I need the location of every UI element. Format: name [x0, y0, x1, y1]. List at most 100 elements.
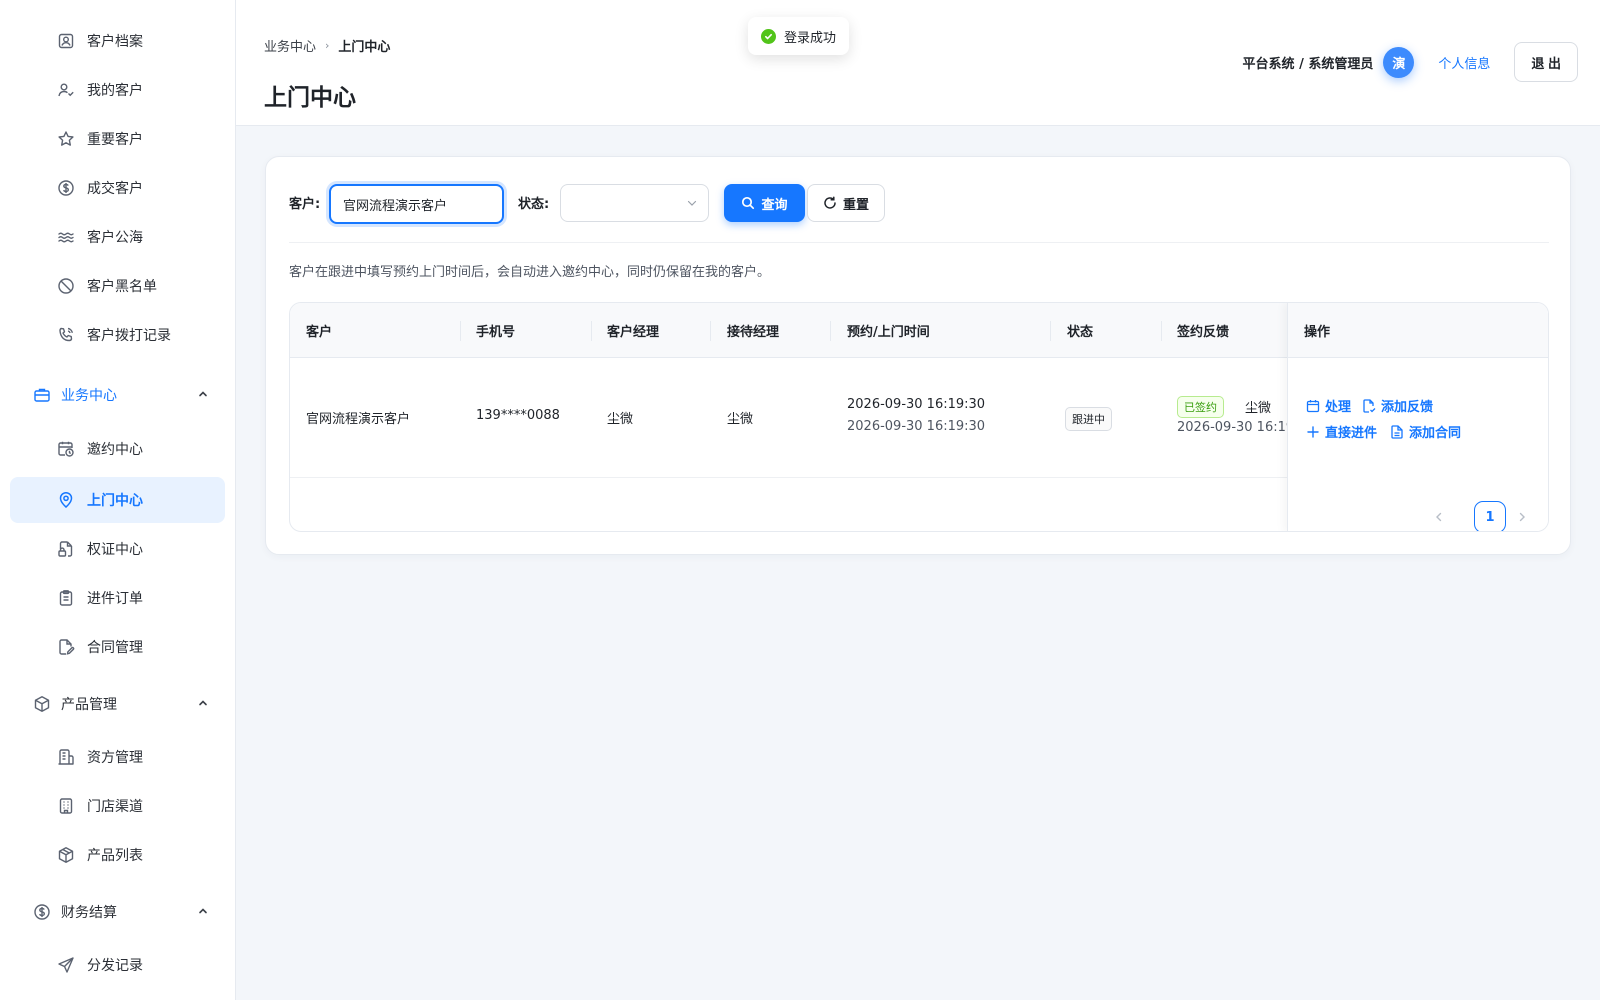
user-card-icon — [57, 32, 75, 50]
sidebar-item-warrant-center[interactable]: 权证中心 — [10, 526, 225, 572]
user-area: 平台系统 / 系统管理员 演 个人信息 退 出 — [1243, 42, 1578, 82]
main-card: 客户: 状态: 查询 重置 客户在跟进中填写预约上门时间后，会自动进入邀约中心，… — [265, 156, 1571, 555]
column-header: 客户 — [306, 325, 333, 340]
user-role-label: 平台系统 / 系统管理员 — [1242, 56, 1374, 72]
top-header: 业务中心 › 上门中心 上门中心 平台系统 / 系统管理员 演 个人信息 退 出 — [236, 0, 1600, 126]
sidebar-item-distribution-records[interactable]: 分发记录 — [10, 942, 225, 988]
phone-icon — [57, 326, 75, 344]
sidebar-item-store-channels[interactable]: 门店渠道 — [10, 783, 225, 829]
process-link[interactable]: 处理 — [1306, 396, 1351, 415]
sidebar-item-label: 上门中心 — [87, 493, 143, 509]
column-divider — [1050, 321, 1051, 341]
building-icon — [57, 748, 75, 766]
breadcrumb: 业务中心 › 上门中心 — [264, 36, 390, 55]
sidebar-item-customer-archive[interactable]: 客户档案 — [10, 18, 225, 64]
direct-submit-link[interactable]: 直接进件 — [1306, 422, 1377, 441]
breadcrumb-item[interactable]: 业务中心 — [264, 36, 316, 55]
sidebar-item-label: 客户拨打记录 — [87, 328, 171, 344]
reset-button[interactable]: 重置 — [807, 184, 885, 222]
chevron-up-icon[interactable] — [196, 696, 210, 710]
document-check-icon — [1363, 398, 1376, 413]
sidebar-item-important-customers[interactable]: 重要客户 — [10, 116, 225, 162]
sidebar-item-my-customers[interactable]: 我的客户 — [10, 67, 225, 113]
column-divider — [830, 321, 831, 341]
logout-button[interactable]: 退 出 — [1514, 42, 1578, 82]
sidebar-item-label: 成交客户 — [87, 181, 143, 197]
calendar-clock-icon — [57, 440, 75, 458]
direct-submit-link-label: 直接进件 — [1325, 426, 1378, 441]
cell-phone: 139****0088 — [476, 408, 560, 423]
add-feedback-link[interactable]: 添加反馈 — [1362, 396, 1433, 415]
hint-text: 客户在跟进中填写预约上门时间后，会自动进入邀约中心，同时仍保留在我的客户。 — [289, 265, 771, 280]
sidebar-item-call-records[interactable]: 客户拨打记录 — [10, 312, 225, 358]
user-check-icon — [57, 81, 75, 99]
package-icon — [57, 846, 75, 864]
sidebar-item-label: 重要客户 — [87, 132, 143, 148]
chevron-right-icon[interactable] — [1515, 510, 1529, 524]
sidebar-item-label: 门店渠道 — [87, 799, 143, 815]
sidebar-item-contract-management[interactable]: 合同管理 — [10, 624, 225, 670]
sidebar-item-blacklist[interactable]: 客户黑名单 — [10, 263, 225, 309]
chevron-left-icon[interactable] — [1432, 510, 1446, 524]
sidebar-item-product-list[interactable]: 产品列表 — [10, 832, 225, 878]
status-select[interactable] — [560, 184, 709, 222]
cell-customer: 官网流程演示客户 — [306, 412, 411, 427]
sidebar-item-deal-customers[interactable]: 成交客户 — [10, 165, 225, 211]
page-title: 上门中心 — [264, 85, 356, 111]
search-icon — [742, 196, 755, 210]
column-header: 客户经理 — [607, 325, 660, 340]
profile-link[interactable]: 个人信息 — [1438, 53, 1490, 72]
calendar-icon — [1306, 399, 1320, 412]
status-filter-label: 状态: — [518, 197, 550, 212]
sidebar-item-label: 客户公海 — [87, 230, 143, 246]
cell-manager: 尘微 — [607, 412, 634, 427]
avatar[interactable]: 演 — [1383, 46, 1415, 78]
sidebar-item-public-pool[interactable]: 客户公海 — [10, 214, 225, 260]
breadcrumb-current: 上门中心 — [338, 40, 391, 55]
store-icon — [57, 797, 75, 815]
refresh-icon — [824, 196, 836, 209]
cell-receiver: 尘微 — [727, 412, 754, 427]
customer-filter-label: 客户: — [289, 197, 321, 212]
dollar-circle-icon — [33, 903, 51, 921]
column-header: 接待经理 — [727, 325, 780, 340]
sidebar-item-label: 客户黑名单 — [87, 279, 157, 295]
sidebar-item-visit-center[interactable]: 上门中心 — [10, 477, 225, 523]
sidebar-group-finance-settlement[interactable]: 财务结算 — [10, 889, 225, 935]
query-button-label: 查询 — [761, 197, 788, 213]
process-link-label: 处理 — [1325, 400, 1352, 415]
sidebar: 客户档案 我的客户 重要客户 成交客户 客户公海 客户黑名单 客户拨打记录 业务… — [0, 0, 236, 1000]
toast-message: 登录成功 — [784, 30, 837, 46]
cell-sign-person: 尘微 — [1245, 401, 1272, 416]
actions-column: 操作 处理 添加反馈 直接进件 添加合同 — [1287, 303, 1548, 531]
filter-row: 客户: 状态: 查询 重置 — [289, 184, 1549, 224]
add-feedback-link-label: 添加反馈 — [1381, 400, 1434, 415]
sidebar-item-label: 产品列表 — [87, 848, 143, 864]
sidebar-group-business-center[interactable]: 业务中心 — [10, 372, 225, 418]
document-lock-icon — [57, 540, 75, 558]
column-header: 签约反馈 — [1177, 325, 1230, 340]
chevron-up-icon[interactable] — [196, 387, 210, 401]
column-divider — [710, 321, 711, 341]
star-icon — [57, 130, 75, 148]
chevron-up-icon[interactable] — [196, 904, 210, 918]
sidebar-item-capital-management[interactable]: 资方管理 — [10, 734, 225, 780]
plus-icon — [1307, 425, 1319, 438]
column-divider — [1161, 321, 1162, 341]
query-button[interactable]: 查询 — [724, 184, 805, 222]
sidebar-group-label: 产品管理 — [61, 697, 117, 713]
sidebar-item-submission-orders[interactable]: 进件订单 — [10, 575, 225, 621]
sidebar-item-label: 分发记录 — [87, 958, 143, 974]
page-number[interactable]: 1 — [1474, 501, 1506, 531]
add-contract-link[interactable]: 添加合同 — [1390, 422, 1461, 441]
sidebar-group-product-management[interactable]: 产品管理 — [10, 681, 225, 727]
sidebar-item-label: 客户档案 — [87, 34, 143, 50]
sidebar-item-invitation-center[interactable]: 邀约中心 — [10, 426, 225, 472]
dollar-circle-icon — [57, 179, 75, 197]
signed-badge: 已签约 — [1177, 396, 1224, 418]
column-header: 手机号 — [476, 325, 516, 340]
sidebar-item-label: 我的客户 — [87, 83, 143, 99]
column-divider — [460, 321, 461, 341]
box-icon — [33, 695, 51, 713]
customer-search-input[interactable] — [329, 184, 504, 224]
